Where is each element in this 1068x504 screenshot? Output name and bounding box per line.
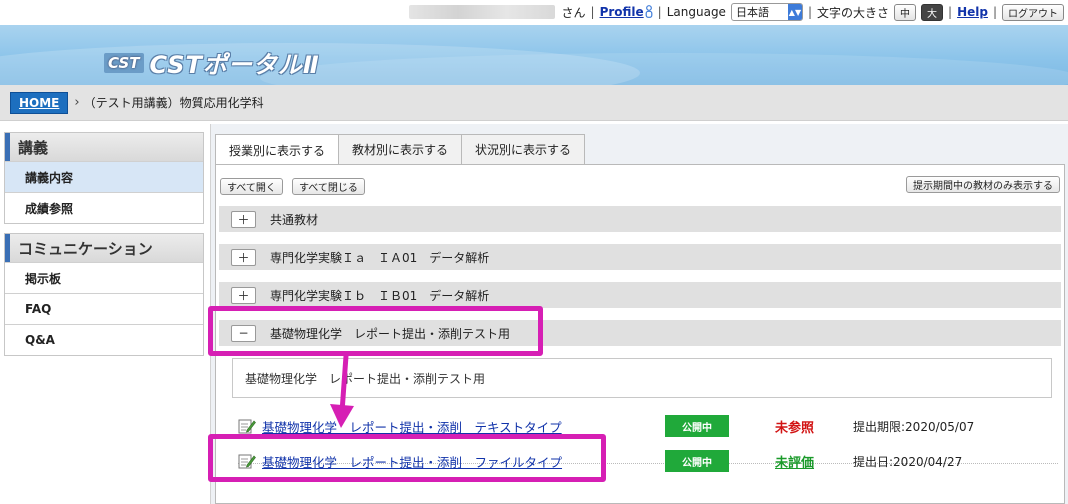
logo-title: CSTポータルⅡ (149, 51, 320, 79)
material-row: 基礎物理化学 レポート提出・添削 ファイルタイプ 公開中 未評価 提出日:202… (238, 447, 1038, 475)
section-row-expanded[interactable]: − 基礎物理化学 レポート提出・添削テスト用 (219, 320, 1061, 346)
font-size-label: 文字の大きさ (817, 5, 890, 20)
language-select[interactable]: 日本語 ▲▼ (730, 3, 803, 21)
material-row: 基礎物理化学 レポート提出・添削 テキストタイプ 公開中 未参照 提出期限:20… (238, 412, 1038, 440)
section-row[interactable]: ＋ 共通教材 (219, 206, 1061, 232)
honorific: さん (561, 5, 586, 20)
help-link[interactable]: Help (957, 5, 988, 19)
collapse-toggle[interactable]: − (231, 324, 256, 342)
language-label: Language (666, 5, 726, 19)
section-row[interactable]: ＋ 専門化学実験Ｉｂ ＩＢ01 データ解析 (219, 282, 1061, 308)
breadcrumb-current: （テスト用講義）物質応用化学科 (83, 96, 264, 110)
submission-date: 提出日:2020/04/27 (853, 454, 963, 469)
material-title-link[interactable]: 基礎物理化学 レポート提出・添削 ファイルタイプ (262, 452, 665, 471)
tab-by-status[interactable]: 状況別に表示する (461, 134, 586, 164)
breadcrumb: HOME › （テスト用講義）物質応用化学科 (0, 85, 1068, 121)
font-medium-button[interactable]: 中 (894, 3, 917, 21)
section-title: 共通教材 (270, 212, 319, 227)
show-active-only-button[interactable]: 提示期間中の教材のみ表示する (906, 176, 1060, 193)
person-icon (645, 5, 653, 18)
evaluation-status-link[interactable]: 未評価 (775, 452, 853, 471)
sidebar-group-communication: コミュニケーション 掲示板 FAQ Q&A (4, 233, 204, 356)
language-value: 日本語 (735, 6, 769, 19)
header-banner: CST CSTポータルⅡ (0, 25, 1068, 85)
sidebar-item-faq[interactable]: FAQ (5, 293, 203, 324)
separator: | (590, 5, 595, 19)
section-title: 専門化学実験Ｉｂ ＩＢ01 データ解析 (270, 288, 490, 303)
sidebar-group-title: 講義 (5, 133, 203, 161)
separator: | (657, 5, 662, 19)
status-badge: 公開中 (665, 450, 729, 472)
tab-by-class[interactable]: 授業別に表示する (215, 134, 340, 165)
expand-toggle[interactable]: ＋ (231, 286, 256, 304)
user-name-redacted (408, 5, 555, 19)
status-badge: 公開中 (665, 415, 729, 437)
expand-toggle[interactable]: ＋ (231, 210, 256, 228)
profile-link[interactable]: Profile (600, 5, 653, 19)
section-title: 専門化学実験Ｉａ ＩＡ01 データ解析 (270, 250, 490, 265)
materials-panel: すべて開く すべて閉じる 提示期間中の教材のみ表示する ＋ 共通教材 ＋ 専門化… (215, 164, 1065, 504)
sidebar: 講義 講義内容 成績参照 コミュニケーション 掲示板 FAQ Q&A (4, 132, 204, 365)
section-title: 基礎物理化学 レポート提出・添削テスト用 (270, 326, 511, 341)
collapse-all-button[interactable]: すべて閉じる (292, 178, 365, 195)
sidebar-item-qa[interactable]: Q&A (5, 324, 203, 355)
tab-by-material[interactable]: 教材別に表示する (338, 134, 463, 164)
sidebar-group-title: コミュニケーション (5, 234, 203, 262)
section-row[interactable]: ＋ 専門化学実験Ｉａ ＩＡ01 データ解析 (219, 244, 1061, 270)
section-description: 基礎物理化学 レポート提出・添削テスト用 (232, 358, 1052, 398)
portal-logo[interactable]: CST CSTポータルⅡ (104, 45, 320, 80)
sidebar-group-lecture: 講義 講義内容 成績参照 (4, 132, 204, 224)
font-large-button[interactable]: 大 (921, 3, 944, 21)
breadcrumb-home-link[interactable]: HOME (10, 91, 69, 114)
view-status: 未参照 (775, 420, 815, 436)
sidebar-item-grades[interactable]: 成績参照 (5, 192, 203, 223)
main-content: 授業別に表示する 教材別に表示する 状況別に表示する すべて開く すべて閉じる … (210, 124, 1068, 504)
logout-button[interactable]: ログアウト (1002, 3, 1064, 21)
expand-toggle[interactable]: ＋ (231, 248, 256, 266)
separator: | (992, 5, 997, 19)
chevron-right-icon: › (74, 95, 80, 110)
deadline: 提出期限:2020/05/07 (853, 419, 975, 434)
edit-document-icon (238, 419, 256, 434)
sidebar-item-lecture-content[interactable]: 講義内容 (5, 161, 203, 192)
page: さん | Profile | Language 日本語 ▲▼ | 文字の大きさ … (0, 0, 1068, 504)
sidebar-item-bulletin-board[interactable]: 掲示板 (5, 262, 203, 293)
material-title-link[interactable]: 基礎物理化学 レポート提出・添削 テキストタイプ (262, 417, 665, 436)
view-tabs: 授業別に表示する 教材別に表示する 状況別に表示する (215, 134, 586, 165)
top-bar: さん | Profile | Language 日本語 ▲▼ | 文字の大きさ … (0, 0, 1068, 25)
separator: | (807, 5, 812, 19)
separator: | (948, 5, 953, 19)
expand-all-button[interactable]: すべて開く (220, 178, 283, 195)
logo-mark: CST (104, 52, 144, 73)
chevron-updown-icon: ▲▼ (787, 4, 802, 20)
edit-document-icon (238, 454, 256, 469)
